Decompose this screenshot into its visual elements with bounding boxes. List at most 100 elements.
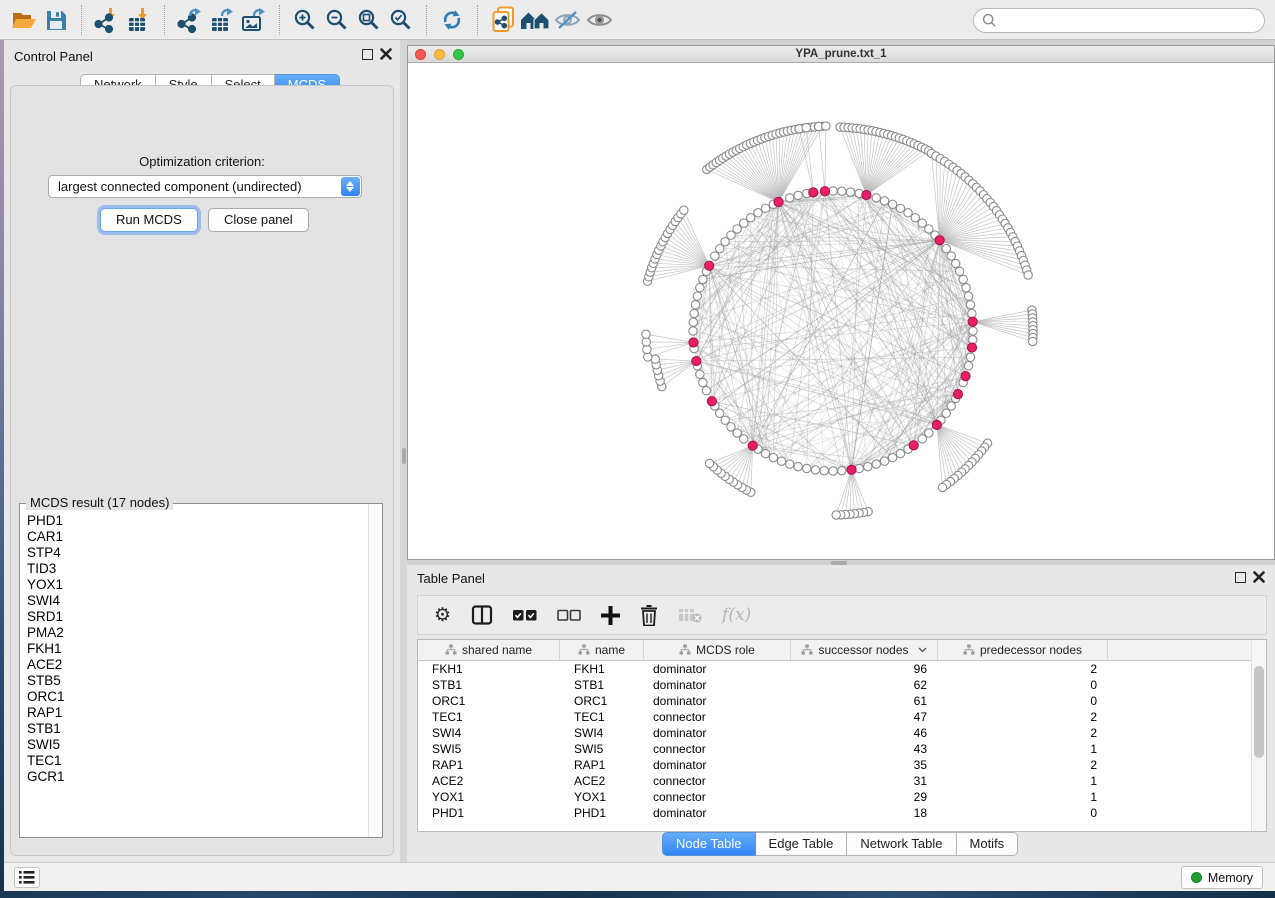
mcds-result-item[interactable]: FKH1 <box>27 641 361 657</box>
close-panel-button[interactable]: Close panel <box>208 208 309 232</box>
table-cell: 2 <box>938 757 1108 773</box>
table-cell: 96 <box>791 661 938 677</box>
mcds-result-item[interactable]: ORC1 <box>27 689 361 705</box>
table-cell: connector <box>644 709 791 725</box>
tab-motifs[interactable]: Motifs <box>957 832 1019 856</box>
table-cell: STB1 <box>418 677 560 693</box>
export-network-icon[interactable] <box>174 4 206 36</box>
columns-icon[interactable] <box>471 602 493 628</box>
import-table-icon[interactable] <box>123 4 155 36</box>
memory-status-icon <box>1191 872 1202 883</box>
add-icon[interactable] <box>601 602 620 628</box>
zoom-fit-icon[interactable] <box>353 4 385 36</box>
memory-button[interactable]: Memory <box>1181 866 1263 889</box>
search-input[interactable] <box>997 11 1264 31</box>
table-row[interactable]: TEC1TEC1connector472 <box>418 709 1266 725</box>
tab-edge-table[interactable]: Edge Table <box>756 832 848 856</box>
table-row[interactable]: PHD1PHD1dominator180 <box>418 805 1266 821</box>
network-window-titlebar[interactable]: YPA_prune.txt_1 <box>408 46 1274 63</box>
reload-icon[interactable] <box>436 4 468 36</box>
table-toolbar: ⚙ f(x) <box>417 595 1267 635</box>
column-header-predecessor-nodes[interactable]: predecessor nodes <box>938 640 1108 660</box>
close-panel-icon[interactable] <box>380 48 392 60</box>
zoom-in-icon[interactable] <box>289 4 321 36</box>
toolbar-separator <box>164 5 165 35</box>
mcds-result-item[interactable]: YOX1 <box>27 577 361 593</box>
tab-node-table[interactable]: Node Table <box>662 832 756 856</box>
table-cell: dominator <box>644 693 791 709</box>
optimization-criterion-label: Optimization criterion: <box>11 154 393 169</box>
select-all-icon[interactable] <box>513 602 537 628</box>
export-image-icon[interactable] <box>238 4 270 36</box>
save-icon[interactable] <box>40 4 72 36</box>
table-cell: 35 <box>791 757 938 773</box>
column-header-successor-nodes[interactable]: successor nodes <box>791 640 938 660</box>
mcds-result-item[interactable]: PHD1 <box>27 513 361 529</box>
table-cell: connector <box>644 789 791 805</box>
mcds-result-item[interactable]: SWI4 <box>27 593 361 609</box>
column-header-name[interactable]: name <box>560 640 644 660</box>
zoom-out-icon[interactable] <box>321 4 353 36</box>
optimization-criterion-select[interactable]: largest connected component (undirected) <box>48 175 362 198</box>
run-mcds-button[interactable]: Run MCDS <box>100 208 198 232</box>
table-row[interactable]: YOX1YOX1connector291 <box>418 789 1266 805</box>
mcds-result-item[interactable]: STB5 <box>27 673 361 689</box>
mcds-result-item[interactable]: STP4 <box>27 545 361 561</box>
export-table-icon[interactable] <box>206 4 238 36</box>
open-icon[interactable] <box>8 4 40 36</box>
table-scrollbar[interactable] <box>1251 640 1266 831</box>
import-network-icon[interactable] <box>91 4 123 36</box>
network-window: YPA_prune.txt_1 <box>407 45 1275 560</box>
table-row[interactable]: SWI5SWI5connector431 <box>418 741 1266 757</box>
table-cell: 46 <box>791 725 938 741</box>
eye-slash-icon[interactable] <box>551 4 583 36</box>
column-header-MCDS-role[interactable]: MCDS role <box>644 640 791 660</box>
table-cell: 0 <box>938 693 1108 709</box>
mcds-list-scrollbar[interactable] <box>368 504 382 837</box>
mcds-result-item[interactable]: TEC1 <box>27 753 361 769</box>
divider-handle[interactable] <box>402 448 406 464</box>
mcds-result-item[interactable]: CAR1 <box>27 529 361 545</box>
mcds-result-item[interactable]: GCR1 <box>27 769 361 785</box>
search-icon <box>982 13 997 28</box>
table-row[interactable]: SWI4SWI4dominator462 <box>418 725 1266 741</box>
mcds-result-item[interactable]: RAP1 <box>27 705 361 721</box>
close-panel-icon[interactable] <box>1253 571 1265 583</box>
delete-table-icon[interactable] <box>678 602 702 628</box>
table-row[interactable]: RAP1RAP1dominator352 <box>418 757 1266 773</box>
houses-icon[interactable] <box>519 4 551 36</box>
column-header-shared-name[interactable]: shared name <box>418 640 560 660</box>
gear-icon[interactable]: ⚙ <box>434 602 451 628</box>
float-panel-icon[interactable] <box>1235 572 1246 583</box>
table-cell: 1 <box>938 773 1108 789</box>
table-row[interactable]: ORC1ORC1dominator610 <box>418 693 1266 709</box>
table-cell: 62 <box>791 677 938 693</box>
network-canvas[interactable] <box>408 63 1274 559</box>
mcds-result-item[interactable]: ACE2 <box>27 657 361 673</box>
float-panel-icon[interactable] <box>362 49 373 60</box>
table-cell: dominator <box>644 661 791 677</box>
mcds-result-item[interactable]: SWI5 <box>27 737 361 753</box>
trash-icon[interactable] <box>640 602 658 628</box>
mcds-result-item[interactable]: SRD1 <box>27 609 361 625</box>
hierarchy-icon <box>801 644 813 656</box>
zoom-selected-icon[interactable] <box>385 4 417 36</box>
document-share-icon[interactable] <box>487 4 519 36</box>
table-scrollbar-thumb[interactable] <box>1254 666 1264 758</box>
panel-divider-vertical[interactable] <box>400 40 407 862</box>
task-history-button[interactable] <box>14 867 40 888</box>
mcds-result-item[interactable]: PMA2 <box>27 625 361 641</box>
function-icon[interactable]: f(x) <box>722 602 751 628</box>
eye-icon[interactable] <box>583 4 615 36</box>
network-window-title: YPA_prune.txt_1 <box>408 48 1274 60</box>
deselect-all-icon[interactable] <box>557 602 581 628</box>
table-row[interactable]: STB1STB1dominator620 <box>418 677 1266 693</box>
table-row[interactable]: ACE2ACE2connector311 <box>418 773 1266 789</box>
mcds-result-list[interactable]: PHD1CAR1STP4TID3YOX1SWI4SRD1PMA2FKH1ACE2… <box>21 509 367 836</box>
mcds-result-item[interactable]: TID3 <box>27 561 361 577</box>
search-box[interactable] <box>973 8 1265 33</box>
table-row[interactable]: FKH1FKH1dominator962 <box>418 661 1266 677</box>
control-panel: Control Panel NetworkStyleSelectMCDS Opt… <box>4 40 400 862</box>
tab-network-table[interactable]: Network Table <box>847 832 956 856</box>
mcds-result-item[interactable]: STB1 <box>27 721 361 737</box>
